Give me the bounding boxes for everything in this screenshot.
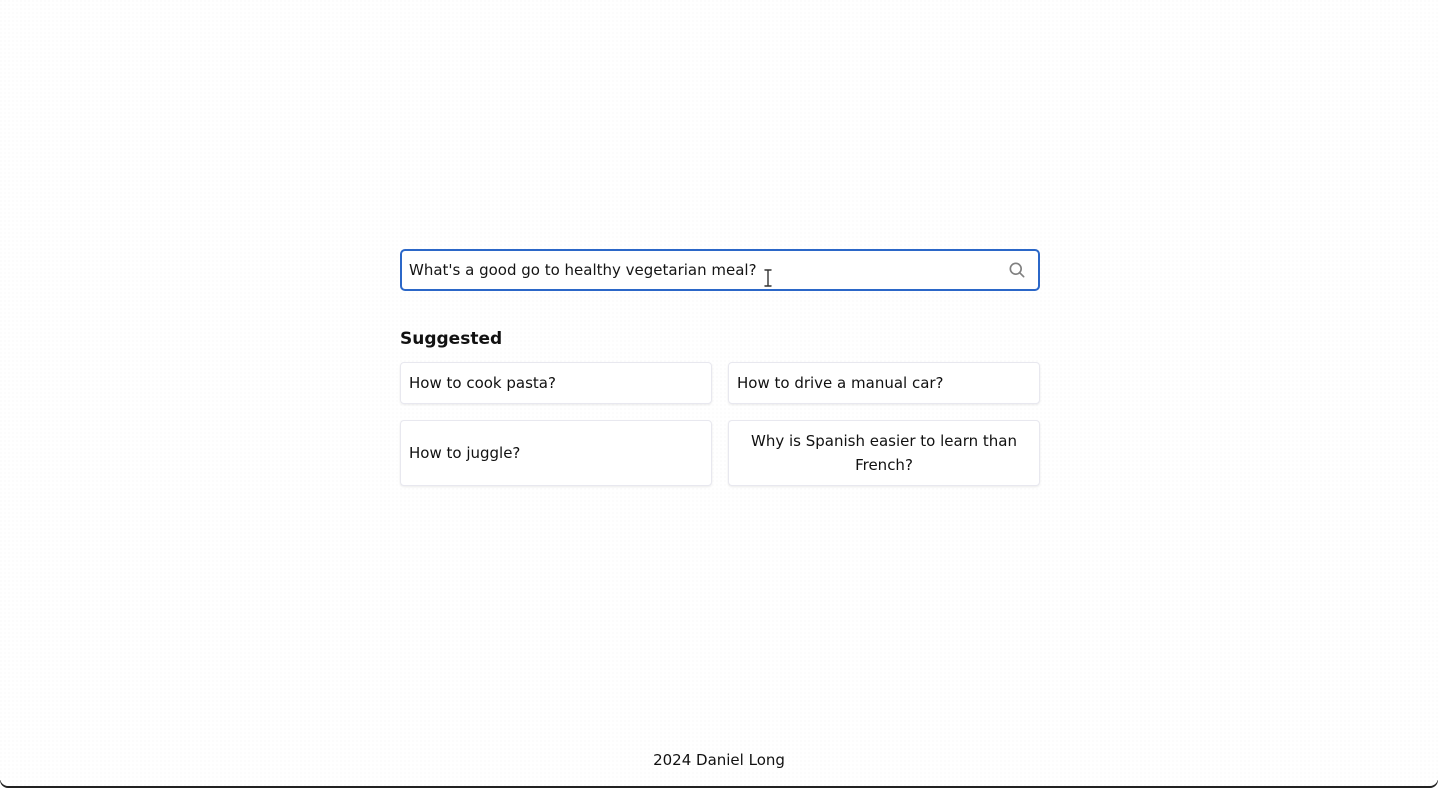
suggestion-card[interactable]: How to drive a manual car? [728, 362, 1040, 404]
search-box[interactable] [400, 249, 1040, 291]
search-icon[interactable] [1007, 260, 1027, 280]
suggestion-card[interactable]: How to juggle? [400, 420, 712, 486]
suggestion-card[interactable]: Why is Spanish easier to learn than Fren… [728, 420, 1040, 486]
suggestions-grid: How to cook pasta? How to drive a manual… [400, 362, 1040, 486]
footer-text: 2024 Daniel Long [653, 751, 785, 769]
main-content: Suggested How to cook pasta? How to driv… [400, 249, 1040, 486]
suggested-title: Suggested [400, 329, 503, 349]
app-page: Suggested How to cook pasta? How to driv… [0, 0, 1438, 788]
search-input[interactable] [409, 259, 999, 281]
window-bottom-edge [0, 780, 1438, 788]
suggestion-card[interactable]: How to cook pasta? [400, 362, 712, 404]
text-cursor-icon [764, 269, 772, 287]
